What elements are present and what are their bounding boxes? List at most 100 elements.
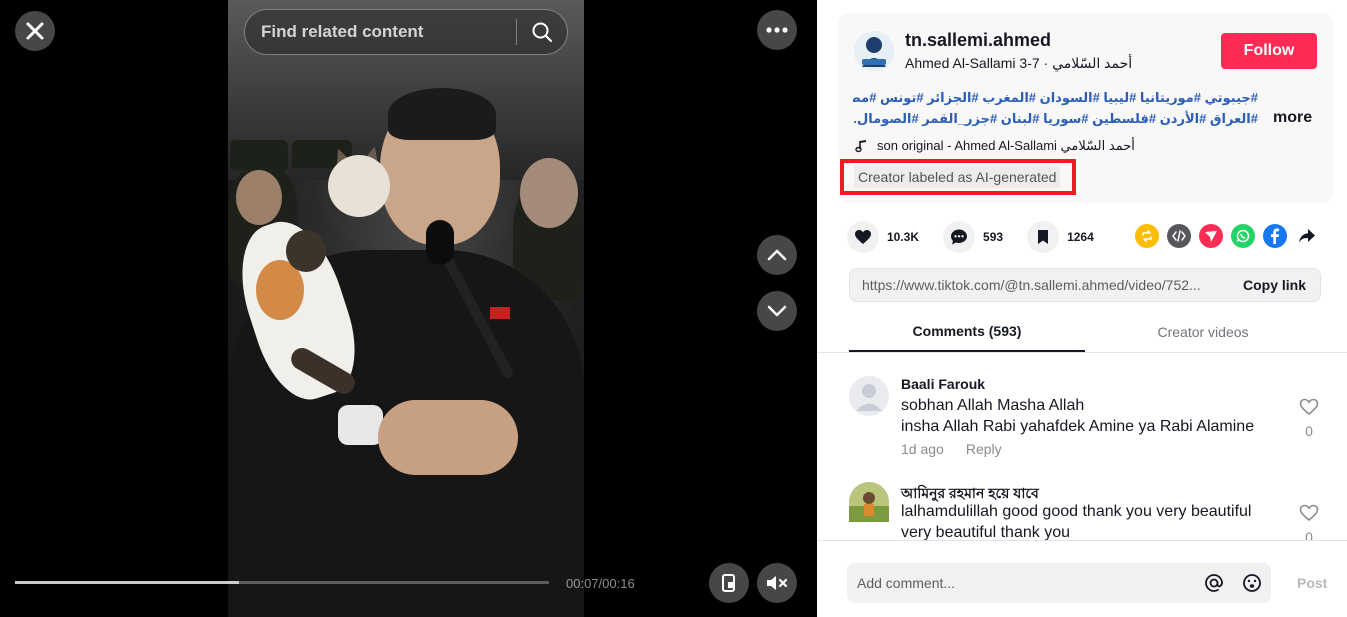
heart-outline-icon (1299, 398, 1319, 416)
hashtag-line[interactable]: #العراق #الأردن #فلسطين #سوريا #لبنان #ج… (853, 108, 1258, 129)
chevron-down-icon (767, 305, 787, 317)
share-link-bar: https://www.tiktok.com/@tn.sallemi.ahmed… (849, 268, 1321, 302)
save-button[interactable] (1027, 221, 1060, 253)
mute-button[interactable] (757, 563, 797, 603)
microphone (426, 220, 454, 265)
engagement-actions: 10.3K 593 1264 (847, 219, 1094, 255)
heart-icon (855, 230, 871, 244)
video-player[interactable]: Find related content 00:07/00:16 (0, 0, 817, 617)
like-button[interactable] (847, 221, 879, 253)
commenter-avatar[interactable] (849, 482, 889, 522)
video-frame[interactable] (228, 0, 584, 617)
search-icon[interactable] (517, 21, 567, 43)
creator-username[interactable]: tn.sallemi.ahmed (905, 30, 1051, 51)
ai-generated-label: Creator labeled as AI-generated (854, 166, 1061, 188)
meta-separator: · (1039, 55, 1053, 71)
share-options (1135, 224, 1319, 248)
bookmark-icon (1038, 230, 1049, 244)
post-date: 7-3 (1019, 55, 1040, 71)
music-row[interactable]: son original - Ahmed Al-Sallami أحمد الس… (855, 138, 1135, 154)
comment-text: lalhamdulillah good good thank you very … (901, 501, 1251, 540)
more-share-button[interactable] (1295, 224, 1319, 248)
creator-display-name: Ahmed Al-Sallami أحمد السّلامي (905, 55, 1133, 71)
more-caption-link[interactable]: more (1273, 109, 1312, 127)
background-cap (230, 140, 288, 170)
comment-count: 593 (983, 230, 1004, 244)
mini-player-button[interactable] (709, 563, 749, 603)
creator-subline: Ahmed Al-Sallami أحمد السّلامي · 7-3 (905, 55, 1132, 72)
whatsapp-share-button[interactable] (1231, 224, 1255, 248)
post-comment-button[interactable]: Post (1297, 575, 1327, 591)
creator-avatar[interactable] (854, 31, 894, 71)
ai-label-highlight: Creator labeled as AI-generated (840, 159, 1076, 195)
comment-icon (951, 229, 968, 245)
music-title[interactable]: son original - Ahmed Al-Sallami أحمد الس… (877, 138, 1135, 154)
emoji-button[interactable] (1233, 573, 1271, 593)
hashtag-line[interactable]: #جيبوتي #موريتانيا #ليبيا #السودان #المغ… (853, 87, 1258, 108)
comment-line: sobhan Allah Masha Allah (901, 397, 1085, 414)
speaker-muted-icon (767, 576, 788, 590)
send-to-friends-button[interactable] (1199, 224, 1223, 248)
speaker-badge (490, 307, 510, 319)
follow-button[interactable]: Follow (1221, 33, 1317, 69)
comment-line: very beautiful thank you (901, 524, 1070, 540)
whatsapp-icon (1236, 229, 1250, 243)
comment-line: lalhamdulillah good good thank you very … (901, 503, 1252, 520)
embed-code-icon (1172, 230, 1186, 242)
background-face (236, 170, 282, 225)
comment-like-count: 0 (1305, 423, 1313, 439)
comment-composer: Add comment... Post (817, 540, 1347, 617)
like-count: 10.3K (887, 230, 920, 244)
comment-input-placeholder[interactable]: Add comment... (847, 575, 1195, 591)
video-progress-fill (15, 581, 240, 584)
tab-creator-videos[interactable]: Creator videos (1085, 312, 1321, 352)
video-progress-bar[interactable] (15, 581, 549, 584)
comment-button[interactable] (943, 221, 976, 253)
comment-like[interactable]: 0 (1299, 398, 1319, 439)
reply-button[interactable]: Reply (966, 441, 1002, 457)
cat-head (328, 155, 390, 217)
music-note-icon (855, 140, 866, 153)
commenter-avatar[interactable] (849, 376, 889, 416)
next-video-button[interactable] (757, 291, 797, 331)
comments-list[interactable]: Baali Farouk sobhan Allah Masha Allah in… (817, 354, 1347, 540)
embed-button[interactable] (1167, 224, 1191, 248)
share-arrow-icon (1299, 229, 1315, 243)
at-sign-icon (1205, 574, 1223, 592)
speaker-cuff (338, 405, 383, 445)
previous-video-button[interactable] (757, 235, 797, 275)
send-icon (1205, 231, 1217, 242)
comment-line: insha Allah Rabi yahafdek Amine ya Rabi … (901, 418, 1255, 435)
search-input[interactable]: Find related content (245, 22, 516, 42)
close-button[interactable] (15, 11, 55, 51)
related-search-bar[interactable]: Find related content (244, 9, 568, 55)
more-options-button[interactable] (757, 10, 797, 50)
comment-like[interactable]: 0 (1299, 504, 1319, 540)
comment-input[interactable]: Add comment... (847, 563, 1271, 603)
repost-button[interactable] (1135, 224, 1159, 248)
mention-button[interactable] (1195, 573, 1233, 593)
video-info-card: tn.sallemi.ahmed Ahmed Al-Sallami أحمد ا… (838, 13, 1333, 203)
commenter-name[interactable]: Baali Farouk (901, 376, 985, 392)
save-count: 1264 (1067, 230, 1094, 244)
comment-meta: 1d ago Reply (901, 441, 1002, 457)
facebook-icon (1271, 228, 1279, 244)
speaker-hair (388, 88, 496, 140)
background-face (520, 158, 578, 228)
video-timestamp: 00:07/00:16 (566, 576, 635, 591)
emoji-icon (1243, 574, 1261, 592)
copy-link-button[interactable]: Copy link (1229, 277, 1320, 293)
cat-spot (286, 230, 326, 272)
speaker-hands (378, 400, 518, 475)
panel-tabs: Comments (593) Creator videos (817, 312, 1347, 353)
chevron-up-icon (767, 249, 787, 261)
details-panel: tn.sallemi.ahmed Ahmed Al-Sallami أحمد ا… (817, 0, 1347, 617)
repost-icon (1142, 230, 1152, 242)
mini-player-icon (722, 574, 735, 592)
facebook-share-button[interactable] (1263, 224, 1287, 248)
close-icon (26, 22, 44, 40)
tab-comments[interactable]: Comments (593) (849, 312, 1085, 352)
share-link-text[interactable]: https://www.tiktok.com/@tn.sallemi.ahmed… (850, 277, 1229, 293)
comment-text: sobhan Allah Masha Allah insha Allah Rab… (901, 395, 1254, 437)
caption-hashtags[interactable]: #جيبوتي #موريتانيا #ليبيا #السودان #المغ… (853, 87, 1258, 129)
